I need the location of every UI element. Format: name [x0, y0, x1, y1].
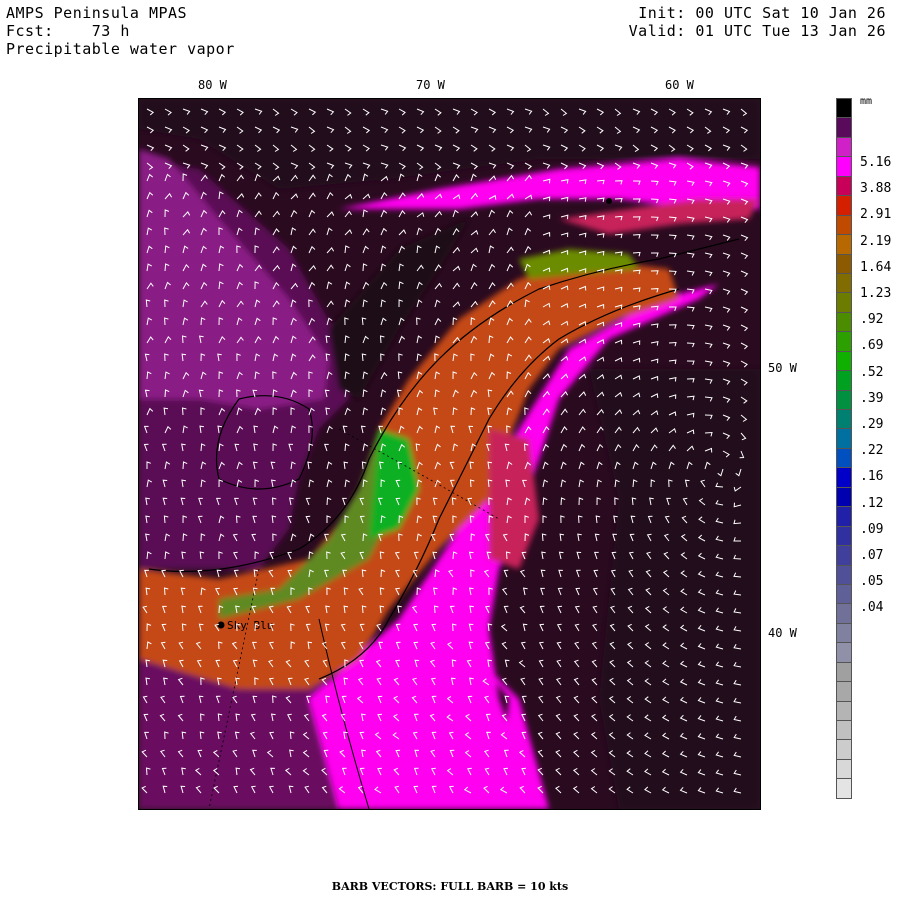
- legend-swatch: [836, 175, 852, 196]
- legend-swatch: [836, 292, 852, 312]
- legend-swatch: [836, 253, 852, 273]
- legend-label: 2.91: [860, 207, 892, 223]
- legend-unit: mm: [860, 96, 873, 107]
- legend-label: 5.16: [860, 155, 892, 170]
- legend-swatch: [836, 467, 852, 487]
- station-marker: [217, 621, 225, 629]
- legend-swatch: [836, 389, 852, 409]
- legend-label: .29: [860, 417, 884, 432]
- legend-swatch: [836, 447, 852, 468]
- legend-label: .52: [860, 364, 884, 380]
- legend-swatch: [836, 98, 852, 118]
- legend-swatch: [836, 486, 852, 507]
- legend-label: .39: [860, 390, 884, 406]
- lon-label-60w: 60 W: [665, 78, 694, 92]
- field-name: Precipitable water vapor: [6, 40, 235, 58]
- legend-swatch: [836, 681, 852, 701]
- dry-region-east: [589, 369, 760, 809]
- legend-swatch: [836, 603, 852, 623]
- station-marker-2: [606, 198, 612, 204]
- legend-label: 2.19: [860, 233, 892, 249]
- legend-swatch: [836, 136, 852, 157]
- legend-swatch: [836, 311, 852, 332]
- legend-swatch: [836, 525, 852, 546]
- legend-label: .04: [860, 600, 884, 616]
- barb-footer: BARB VECTORS: FULL BARB = 10 kts: [331, 880, 569, 893]
- header-right: Init: 00 UTC Sat 10 Jan 26 Valid: 01 UTC …: [629, 4, 886, 40]
- forecast-hour: Fcst: 73 h: [6, 22, 130, 40]
- legend-swatch: [836, 720, 852, 740]
- station-label: Sky Blu: [227, 619, 273, 632]
- legend-swatch: [836, 370, 852, 390]
- init-time: Init: 00 UTC Sat 10 Jan 26: [638, 4, 886, 22]
- legend-label: .92: [860, 312, 884, 328]
- legend-swatch: [836, 409, 852, 429]
- map-svg: Sky Blu: [139, 99, 760, 809]
- legend-swatch: [836, 428, 852, 448]
- legend-swatch: [836, 778, 852, 799]
- legend-swatch: [836, 661, 852, 682]
- legend-swatch: [836, 331, 852, 351]
- legend-swatch: [836, 234, 852, 254]
- lon-label-70w: 70 W: [416, 78, 445, 92]
- legend-swatch: [836, 739, 852, 759]
- legend-swatch: [836, 545, 852, 565]
- legend-label: .09: [860, 521, 884, 537]
- legend-label: 1.64: [860, 259, 892, 275]
- model-title: AMPS Peninsula MPAS: [6, 4, 188, 22]
- legend-label: .12: [860, 495, 884, 511]
- legend-swatch: [836, 272, 852, 293]
- legend-swatch: [836, 583, 852, 604]
- legend-swatch: [836, 117, 852, 137]
- lon-label-80w: 80 W: [198, 78, 227, 92]
- legend-swatch: [836, 642, 852, 662]
- legend-label: .22: [860, 443, 884, 459]
- legend-swatch: [836, 700, 852, 720]
- legend-swatch: [836, 758, 852, 779]
- color-legend: [836, 98, 852, 799]
- legend-label: 3.88: [860, 181, 892, 197]
- map-panel: Sky Blu: [138, 98, 761, 810]
- legend-label: .05: [860, 574, 884, 590]
- legend-label: 1.23: [860, 286, 892, 301]
- legend-swatch: [836, 622, 852, 643]
- legend-swatch: [836, 156, 852, 176]
- legend-swatch: [836, 214, 852, 235]
- lon-label-50w: 50 W: [768, 361, 797, 375]
- legend-swatch: [836, 506, 852, 526]
- valid-time: Valid: 01 UTC Tue 13 Jan 26: [628, 22, 886, 40]
- legend-swatch: [836, 564, 852, 584]
- legend-label: .07: [860, 548, 884, 563]
- legend-swatch: [836, 195, 852, 215]
- legend-label: .69: [860, 338, 884, 354]
- header-left: AMPS Peninsula MPAS Fcst: 73 h Precipitabl…: [6, 4, 235, 58]
- lon-label-40w: 40 W: [768, 626, 797, 640]
- legend-label: .16: [860, 469, 884, 485]
- legend-swatch: [836, 350, 852, 371]
